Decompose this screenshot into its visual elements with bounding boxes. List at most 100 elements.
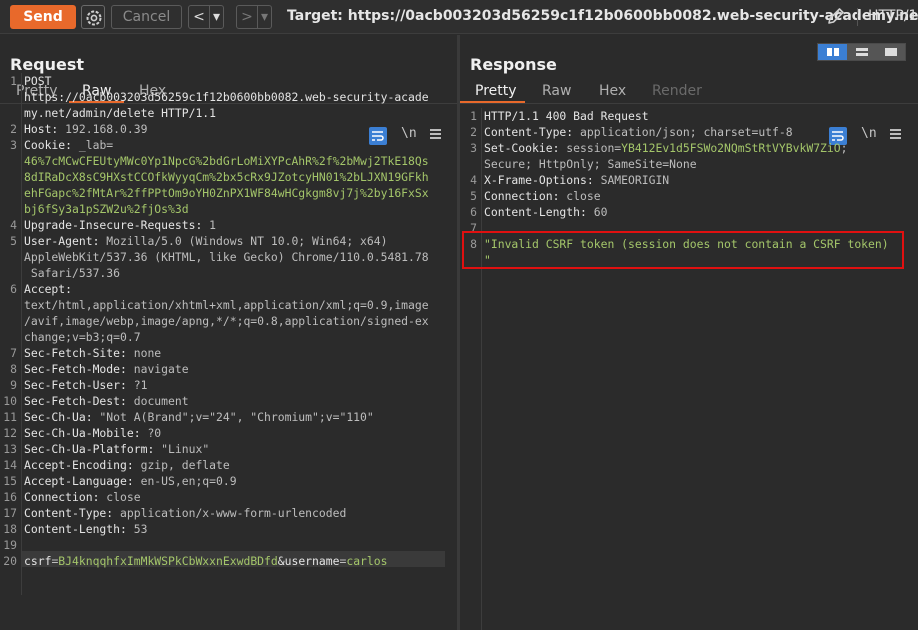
- single-pane-icon: [884, 48, 897, 56]
- code-token: &username: [277, 554, 340, 568]
- code-line: Content-Length: 53: [24, 521, 147, 537]
- back-history-dropdown[interactable]: ▾: [209, 6, 223, 28]
- code-line: Content-Length: 60: [484, 204, 607, 220]
- code-line: Content-Type: application/json; charset=…: [484, 124, 793, 140]
- columns-icon: [826, 48, 839, 56]
- code-token: Accept:: [24, 282, 73, 296]
- code-token: BJ4knqqhfxImMkWSPkCbWxxnExwdBDfd: [58, 554, 278, 568]
- settings-button[interactable]: [81, 5, 105, 29]
- code-token: document: [126, 394, 189, 408]
- pretty-print-toggle[interactable]: [369, 127, 387, 145]
- code-token: 53: [126, 522, 148, 536]
- code-token: POST: [24, 74, 52, 88]
- line-number: 19: [3, 538, 17, 552]
- target-url: Target: https://0acb003203d56259c1f12b06…: [287, 8, 918, 24]
- line-number: 5: [470, 189, 477, 203]
- rows-icon: [855, 48, 868, 56]
- send-button[interactable]: Send: [10, 5, 76, 29]
- code-token: Sec-Ch-Ua-Mobile:: [24, 426, 141, 440]
- code-line: Sec-Ch-Ua-Mobile: ?0: [24, 425, 161, 441]
- code-token: SAMEORIGIN: [593, 173, 670, 187]
- back-button[interactable]: <: [189, 6, 209, 28]
- layout-toggle: [817, 43, 906, 61]
- code-token: application/x-www-form-urlencoded: [113, 506, 347, 520]
- code-token: "Not A(Brand";v="24", "Chromium";v="110": [92, 410, 374, 424]
- code-token: "Linux": [154, 442, 210, 456]
- code-line: POST: [24, 73, 51, 89]
- code-token: Connection:: [484, 189, 560, 203]
- layout-tabs-button[interactable]: [876, 44, 905, 60]
- newline-toggle[interactable]: \n: [401, 126, 417, 141]
- newline-toggle[interactable]: \n: [861, 126, 877, 141]
- chevron-down-icon: ▾: [260, 9, 269, 25]
- code-token: Accept-Language:: [24, 474, 134, 488]
- wrap-lines-icon: [372, 131, 384, 141]
- request-menu-button[interactable]: [429, 127, 443, 141]
- code-token: 8dIRaDcX8sC9HXstCCOfkWyyqCm%2bx5cRx9JZot…: [24, 170, 429, 184]
- line-number: 7: [10, 346, 17, 360]
- line-number: 11: [3, 410, 17, 424]
- code-token: Set-Cookie:: [484, 141, 560, 155]
- code-line: Accept-Encoding: gzip, deflate: [24, 457, 230, 473]
- toolbar: Send Cancel < ▾ > ▾ Target: https://0acb…: [0, 0, 918, 34]
- code-token: application/json; charset=utf-8: [573, 125, 793, 139]
- line-number: 12: [3, 426, 17, 440]
- http-version-selector[interactable]: HTTP/1: [868, 8, 917, 24]
- line-number: 16: [3, 490, 17, 504]
- tab-hex[interactable]: Hex: [599, 83, 626, 99]
- response-tabs-border: [460, 103, 918, 104]
- code-token: Sec-Fetch-Mode:: [24, 362, 127, 376]
- code-token: Secure; HttpOnly; SameSite=None: [484, 157, 697, 171]
- line-number: 13: [3, 442, 17, 456]
- code-token: en-US,en;q=0.9: [133, 474, 237, 488]
- code-line: Sec-Fetch-User: ?1: [24, 377, 147, 393]
- tab-raw[interactable]: Raw: [542, 83, 571, 99]
- line-number: 9: [10, 378, 17, 392]
- code-token: Upgrade-Insecure-Requests:: [24, 218, 203, 232]
- code-token: Sec-Fetch-Dest:: [24, 394, 127, 408]
- code-line: Set-Cookie: session=YB412Ev1d5FSWo2NQmSt…: [484, 140, 847, 156]
- line-number: 5: [10, 234, 17, 248]
- response-panel: Response Pretty Raw Hex Render \n 1 HTTP/…: [460, 35, 918, 630]
- code-token: Safari/537.36: [24, 266, 121, 280]
- code-token: bj6fSy3a1pSZW2u%2fjOs%3d: [24, 202, 189, 216]
- cancel-button[interactable]: Cancel: [111, 5, 182, 29]
- code-token: ehFGapc%2fMtAr%2ffPPtOm9oYH0ZnPX1WF84wHC…: [24, 186, 429, 200]
- code-token: User-Agent:: [24, 234, 100, 248]
- code-token: Content-Length:: [24, 522, 127, 536]
- forward-history-dropdown[interactable]: ▾: [257, 6, 271, 28]
- code-line: Accept-Language: en-US,en;q=0.9: [24, 473, 237, 489]
- code-line: Sec-Ch-Ua-Platform: "Linux": [24, 441, 209, 457]
- code-token: HTTP/1.1 400 Bad Request: [484, 109, 649, 123]
- code-token: Host:: [24, 122, 59, 136]
- code-line: change;v=b3;q=0.7: [24, 329, 141, 345]
- code-token: navigate: [126, 362, 189, 376]
- code-token: 192.168.0.39: [58, 122, 148, 136]
- line-number: 18: [3, 522, 17, 536]
- edit-target-button[interactable]: [826, 6, 846, 30]
- tab-render[interactable]: Render: [652, 83, 702, 99]
- chevron-right-icon: >: [241, 9, 253, 25]
- forward-button[interactable]: >: [237, 6, 257, 28]
- code-token: close: [99, 490, 141, 504]
- tab-pretty[interactable]: Pretty: [475, 83, 517, 99]
- code-line: Safari/537.36: [24, 265, 120, 281]
- code-line: https://0acb003203d56259c1f12b0600bb0082…: [24, 89, 429, 105]
- code-token: session=: [559, 141, 622, 155]
- line-number: 17: [3, 506, 17, 520]
- code-token: Sec-Fetch-Site:: [24, 346, 127, 360]
- highlight-box: [462, 231, 904, 269]
- code-token: ;: [840, 141, 848, 155]
- code-line: csrf=BJ4knqqhfxImMkWSPkCbWxxnExwdBDfd&us…: [24, 553, 388, 569]
- code-token: AppleWebKit/537.36 (KHTML, like Gecko) C…: [24, 250, 429, 264]
- code-line: AppleWebKit/537.36 (KHTML, like Gecko) C…: [24, 249, 429, 265]
- response-gutter: [481, 108, 482, 630]
- code-token: Mozilla/5.0 (Windows NT 10.0; Win64; x64…: [99, 234, 388, 248]
- line-number: 14: [3, 458, 17, 472]
- code-line: text/html,application/xhtml+xml,applicat…: [24, 297, 429, 313]
- layout-stacked-button[interactable]: [847, 44, 876, 60]
- code-token: X-Frame-Options:: [484, 173, 594, 187]
- layout-side-by-side-button[interactable]: [818, 44, 847, 60]
- response-menu-button[interactable]: [889, 127, 903, 141]
- chevron-down-icon: ▾: [212, 9, 221, 25]
